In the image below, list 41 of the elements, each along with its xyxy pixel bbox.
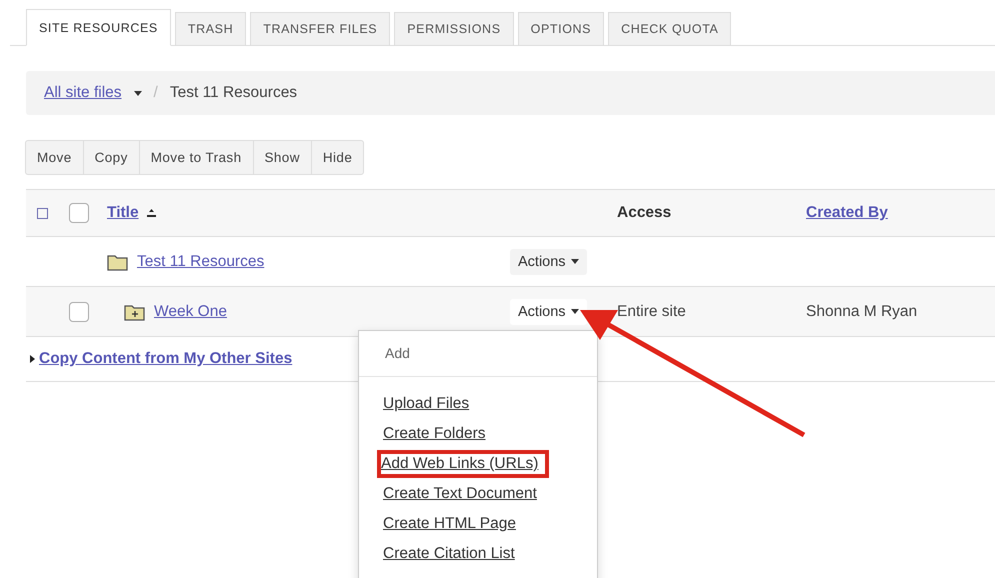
breadcrumb-current: Test 11 Resources: [170, 84, 298, 102]
menu-item[interactable]: Add Web Links (URLs): [376, 449, 550, 479]
checkbox[interactable]: [69, 302, 89, 322]
menu-item[interactable]: Create Folders: [383, 419, 486, 449]
menu-item[interactable]: Create Text Document: [383, 479, 537, 509]
breadcrumb-link[interactable]: All site files: [44, 84, 122, 102]
creator-name: Shonna M Ryan: [806, 302, 918, 320]
tab[interactable]: CHECK QUOTA: [608, 12, 732, 46]
tab[interactable]: OPTIONS: [518, 12, 604, 46]
menu-header: Add: [359, 331, 597, 377]
toolbar-button[interactable]: Hide: [310, 140, 364, 175]
folder-link[interactable]: Week One: [154, 302, 227, 320]
created-by-column-header[interactable]: Created By: [806, 204, 888, 221]
sort-icon: [146, 209, 156, 217]
toolbar-button[interactable]: Copy: [82, 140, 140, 175]
caret-icon: [134, 90, 142, 96]
toolbar-button[interactable]: Move to Trash: [138, 140, 254, 175]
actions-button[interactable]: Actions: [510, 298, 587, 324]
tab[interactable]: TRANSFER FILES: [250, 12, 390, 46]
access-value: Entire site: [617, 302, 686, 320]
menu-item[interactable]: Create HTML Page: [383, 509, 516, 539]
menu-item[interactable]: Create Citation List: [383, 539, 515, 569]
toolbar-button[interactable]: Show: [252, 140, 312, 175]
folder-link[interactable]: Test 11 Resources: [137, 252, 264, 270]
breadcrumb-separator: /: [154, 84, 158, 102]
checkbox[interactable]: [69, 203, 89, 223]
toolbar-button[interactable]: Move: [25, 140, 84, 175]
tab[interactable]: SITE RESOURCES: [26, 9, 171, 46]
menu-item[interactable]: Upload Files: [383, 389, 470, 419]
caret-icon: [570, 259, 579, 264]
folder-plus-icon: [124, 302, 146, 320]
tab[interactable]: TRASH: [174, 12, 246, 46]
expand-triangle-icon: [30, 355, 35, 363]
select-all-toggle[interactable]: [37, 208, 48, 218]
folder-icon: [107, 252, 129, 270]
actions-button[interactable]: Actions: [510, 248, 587, 274]
access-column-header: Access: [617, 204, 672, 221]
tab[interactable]: PERMISSIONS: [394, 12, 514, 46]
copy-content-link[interactable]: Copy Content from My Other Sites: [39, 350, 292, 368]
caret-icon: [570, 309, 579, 314]
title-column-header[interactable]: Title: [107, 204, 139, 222]
